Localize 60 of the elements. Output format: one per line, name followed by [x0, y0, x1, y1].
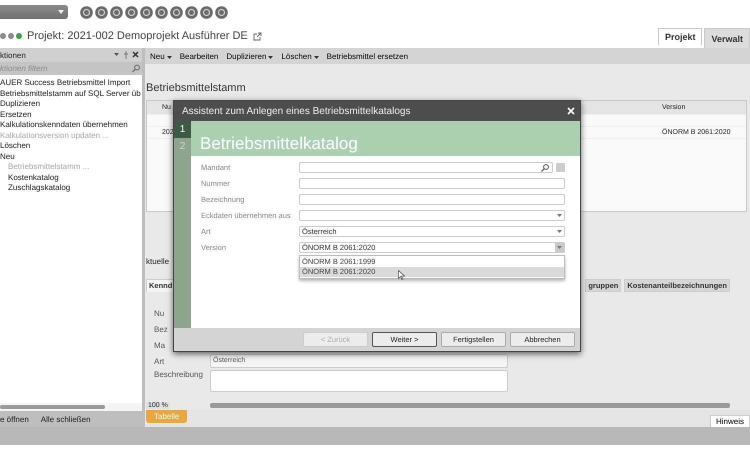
- panel-controls-icon[interactable]: [113, 51, 139, 59]
- toolbar-icon[interactable]: [125, 6, 138, 18]
- scrollbar-thumb[interactable]: [210, 402, 730, 408]
- toolbar-icon[interactable]: [200, 6, 213, 18]
- hint-tab[interactable]: Hinweis: [710, 415, 750, 428]
- toolbar-icon[interactable]: [95, 6, 108, 18]
- field-label: Beschreibung: [154, 370, 204, 379]
- toolbar-button[interactable]: Betriebsmittel ersetzen: [324, 52, 410, 60]
- function-item[interactable]: Betriebsmittelstamm auf SQL Server üb: [0, 88, 141, 99]
- field-label: Ma: [154, 340, 166, 350]
- ribbon-tab[interactable]: Verwalt: [704, 28, 750, 48]
- toolbar-button[interactable]: Neu: [148, 52, 174, 60]
- caret-icon: [314, 56, 319, 58]
- caret-icon: [58, 10, 64, 14]
- panel-link[interactable]: e öffnen: [0, 414, 29, 424]
- panel-title: ktionen: [0, 50, 26, 60]
- search-icon[interactable]: [541, 164, 549, 172]
- filter-field[interactable]: ktionen filtern: [0, 62, 130, 75]
- section-label: ktuelle: [146, 257, 170, 266]
- function-item[interactable]: Kostenkatalog: [8, 172, 59, 183]
- toolbar-icon[interactable]: [155, 6, 168, 18]
- external-link-icon[interactable]: [252, 32, 262, 40]
- input-field[interactable]: [299, 194, 565, 205]
- toolbar-icon[interactable]: [80, 6, 93, 18]
- wizard-step[interactable]: 1: [174, 121, 191, 138]
- function-item[interactable]: Löschen: [0, 141, 30, 152]
- panel-link[interactable]: Alle schließen: [40, 414, 91, 424]
- toolbar-icon[interactable]: [170, 6, 183, 18]
- input-field[interactable]: [299, 178, 565, 189]
- toolbar-icon[interactable]: [185, 6, 198, 18]
- caret-icon: [268, 56, 274, 58]
- toolbar-button[interactable]: Duplizieren: [224, 52, 276, 60]
- field-label: Art: [154, 356, 166, 366]
- scrollbar-thumb[interactable]: [0, 405, 105, 409]
- ribbon-tab[interactable]: Projekt: [658, 28, 702, 45]
- function-item[interactable]: AUER Success Betriebsmittel Import: [0, 78, 130, 88]
- wizard-header: Betriebsmittelkatalog: [191, 121, 580, 156]
- caret-icon: [557, 246, 562, 249]
- function-item[interactable]: Duplizieren: [0, 99, 40, 110]
- toolbar-button[interactable]: Bearbeiten: [178, 52, 220, 60]
- toolbar-icon[interactable]: [215, 6, 228, 18]
- toolbar-button[interactable]: Löschen: [279, 52, 321, 60]
- dialog-title: Assistent zum Anlegen eines Betriebsmittelkatalogs: [182, 106, 410, 116]
- caret-icon: [557, 214, 562, 217]
- section-heading: Betriebsmittelstamm: [146, 82, 247, 94]
- dropdown-field[interactable]: [299, 210, 565, 221]
- caret-icon: [166, 56, 172, 58]
- field-label: Nu: [154, 308, 166, 318]
- toolbar-icon[interactable]: [110, 6, 123, 18]
- project-title: Projekt: 2021-002 Demoprojekt Ausführer DE: [27, 30, 248, 42]
- close-icon[interactable]: [567, 107, 575, 115]
- toolbar-icon[interactable]: [140, 6, 153, 18]
- function-item[interactable]: Neu: [0, 152, 15, 162]
- function-item[interactable]: Zuschlagskatalog: [8, 183, 70, 194]
- caret-icon: [557, 230, 562, 233]
- description-field[interactable]: [210, 370, 508, 392]
- function-item[interactable]: Kalkulationskenndaten übernehmen: [0, 120, 128, 130]
- function-item[interactable]: Ersetzen: [0, 110, 32, 120]
- input-field[interactable]: [299, 162, 553, 173]
- field-label: Bez: [154, 324, 169, 334]
